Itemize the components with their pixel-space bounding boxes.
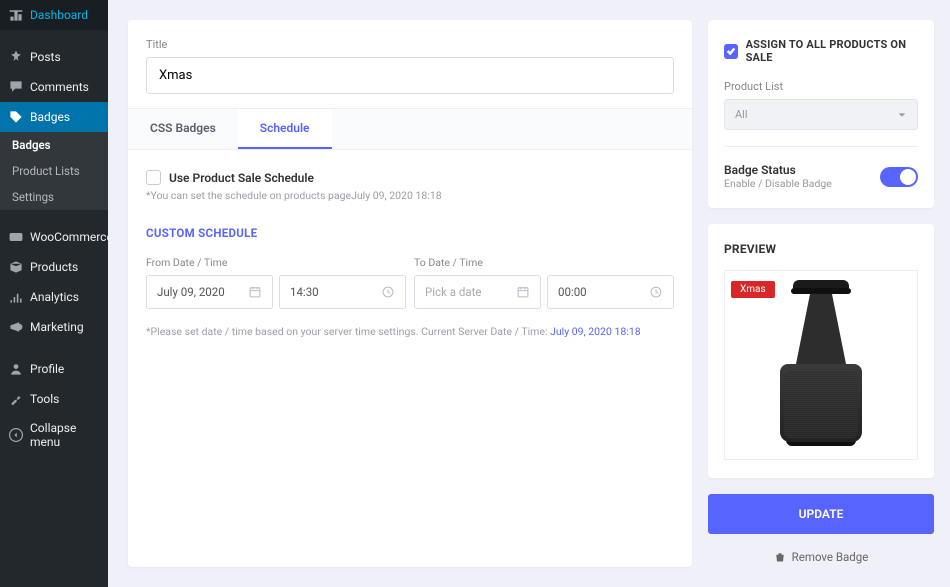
sidebar-item-label: Tools (30, 392, 59, 406)
update-button[interactable]: UPDATE (708, 494, 934, 534)
use-sale-schedule-label: Use Product Sale Schedule (169, 171, 314, 185)
dashboard-icon (8, 7, 24, 23)
product-image (780, 280, 862, 450)
to-label: To Date / Time (414, 256, 674, 269)
custom-schedule-heading: CUSTOM SCHEDULE (146, 226, 674, 240)
use-sale-help-text: *You can set the schedule on products pa… (146, 189, 674, 202)
title-input[interactable] (146, 57, 674, 94)
sidebar-item-label: Analytics (30, 290, 79, 304)
to-time-input[interactable]: 00:00 (547, 275, 674, 309)
assign-card: ASSIGN TO ALL PRODUCTS ON SALE Product L… (708, 20, 934, 208)
profile-icon (8, 361, 24, 377)
sidebar-item-label: Dashboard (30, 8, 88, 22)
preview-heading: PREVIEW (724, 242, 918, 256)
sidebar-item-label: Profile (30, 362, 64, 376)
remove-badge-link[interactable]: Remove Badge (708, 550, 934, 564)
tag-icon (8, 109, 24, 125)
sidebar-item-profile[interactable]: Profile (0, 354, 108, 384)
main-area: Title CSS Badges Schedule Use Product Sa… (108, 0, 950, 587)
from-label: From Date / Time (146, 256, 406, 269)
server-time-footnote: *Please set date / time based on your se… (146, 325, 674, 338)
preview-image: Xmas (724, 270, 918, 460)
product-list-label: Product List (724, 80, 918, 93)
sidebar-item-label: Collapse menu (30, 421, 100, 449)
submenu-item-product-lists[interactable]: Product Lists (0, 158, 108, 184)
assign-all-checkbox[interactable] (724, 44, 738, 59)
badge-editor-card: Title CSS Badges Schedule Use Product Sa… (128, 20, 692, 567)
sidebar-item-label: Posts (30, 50, 61, 64)
sidebar-item-dashboard[interactable]: Dashboard (0, 0, 108, 30)
tools-icon (8, 391, 24, 407)
sidebar-item-comments[interactable]: Comments (0, 72, 108, 102)
badge-status-subtitle: Enable / Disable Badge (724, 177, 832, 190)
tab-schedule[interactable]: Schedule (238, 109, 332, 149)
badge-status-title: Badge Status (724, 163, 832, 177)
sidebar-item-posts[interactable]: Posts (0, 42, 108, 72)
from-time-input[interactable]: 14:30 (279, 275, 406, 309)
clock-icon (649, 285, 663, 299)
sidebar-item-label: WooCommerce (30, 230, 108, 244)
product-list-select[interactable]: All (724, 99, 918, 130)
submenu-item-settings[interactable]: Settings (0, 184, 108, 210)
clock-icon (381, 285, 395, 299)
calendar-icon (248, 285, 262, 299)
sidebar-item-tools[interactable]: Tools (0, 384, 108, 414)
pin-icon (8, 49, 24, 65)
box-icon (8, 259, 24, 275)
collapse-icon (8, 427, 24, 443)
chevron-down-icon (897, 110, 907, 120)
calendar-icon (516, 285, 530, 299)
to-date-input[interactable]: Pick a date (414, 275, 541, 309)
server-time-link[interactable]: July 09, 2020 18:18 (550, 325, 641, 338)
sidebar-item-products[interactable]: Products (0, 252, 108, 282)
preview-card: PREVIEW Xmas (708, 224, 934, 478)
sidebar-item-marketing[interactable]: Marketing (0, 312, 108, 342)
check-icon (726, 46, 736, 56)
sidebar-item-label: Badges (30, 110, 70, 124)
sidebar-item-label: Products (30, 260, 78, 274)
sidebar-item-analytics[interactable]: Analytics (0, 282, 108, 312)
trash-icon (774, 551, 786, 563)
assign-all-label: ASSIGN TO ALL PRODUCTS ON SALE (746, 38, 918, 64)
badge-status-toggle[interactable] (880, 167, 918, 187)
woo-icon (8, 229, 24, 245)
submenu-item-badges[interactable]: Badges (0, 132, 108, 158)
comment-icon (8, 79, 24, 95)
analytics-icon (8, 289, 24, 305)
tabs: CSS Badges Schedule (128, 108, 692, 150)
sidebar-submenu: Badges Product Lists Settings (0, 132, 108, 210)
preview-badge: Xmas (731, 281, 775, 298)
sidebar-item-label: Comments (30, 80, 89, 94)
tab-css-badges[interactable]: CSS Badges (128, 109, 238, 149)
sidebar-item-badges[interactable]: Badges (0, 102, 108, 132)
megaphone-icon (8, 319, 24, 335)
sidebar-item-collapse[interactable]: Collapse menu (0, 414, 108, 456)
use-sale-schedule-checkbox[interactable] (146, 170, 161, 185)
from-date-input[interactable]: July 09, 2020 (146, 275, 273, 309)
sidebar-item-label: Marketing (30, 320, 84, 334)
sidebar-item-woocommerce[interactable]: WooCommerce (0, 222, 108, 252)
admin-sidebar: Dashboard Posts Comments Badges Badges P… (0, 0, 108, 587)
title-label: Title (146, 38, 674, 51)
schedule-panel: Use Product Sale Schedule *You can set t… (128, 150, 692, 362)
